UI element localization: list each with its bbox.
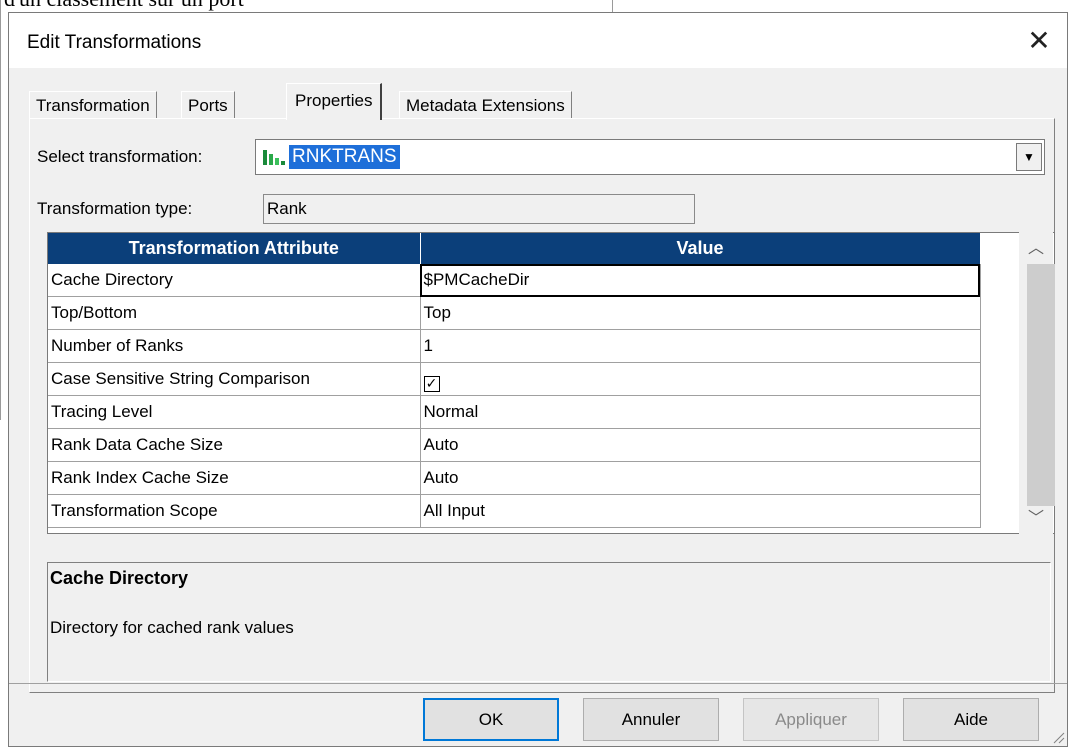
background-document-text: d'un classement sur un port: [4, 0, 244, 12]
attribute-cell: Transformation Scope: [48, 494, 421, 528]
properties-grid: Transformation Attribute Value Cache Dir…: [47, 232, 1055, 534]
edit-transformations-dialog: Edit Transformations ✕ Transformation Po…: [8, 12, 1068, 747]
transformation-type-label: Transformation type:: [37, 199, 193, 218]
tab-properties[interactable]: Properties: [286, 83, 383, 120]
select-transformation-label: Select transformation:: [37, 147, 203, 166]
value-cell: ✓: [420, 362, 981, 396]
dialog-titlebar[interactable]: Edit Transformations ✕: [9, 13, 1067, 68]
attribute-cell: Number of Ranks: [48, 329, 421, 363]
tab-transformation[interactable]: Transformation: [29, 91, 157, 119]
ok-button[interactable]: OK: [423, 698, 559, 741]
value-cell[interactable]: Top: [420, 296, 981, 330]
attribute-cell: Case Sensitive String Comparison: [48, 362, 421, 396]
attribute-cell: Cache Directory: [48, 264, 421, 297]
attribute-cell: Tracing Level: [48, 395, 421, 429]
dialog-title: Edit Transformations: [27, 32, 202, 53]
value-cell[interactable]: $PMCacheDir: [420, 264, 981, 297]
background-divider: [612, 0, 613, 12]
help-button[interactable]: Aide: [903, 698, 1039, 741]
value-cell[interactable]: Normal: [420, 395, 981, 429]
attribute-cell: Rank Index Cache Size: [48, 461, 421, 495]
chevron-up-icon[interactable]: ︿: [1019, 232, 1053, 264]
description-title: Cache Directory: [50, 568, 189, 588]
attribute-cell: Top/Bottom: [48, 296, 421, 330]
rank-transformation-icon: [263, 150, 285, 165]
cancel-button[interactable]: Annuler: [583, 698, 719, 741]
background-divider: [0, 0, 1, 420]
resize-grip-icon[interactable]: [1051, 730, 1065, 744]
tab-ports[interactable]: Ports: [181, 91, 235, 119]
tab-metadata-extensions[interactable]: Metadata Extensions: [399, 91, 572, 119]
chevron-down-icon[interactable]: ﹀: [1019, 502, 1053, 534]
apply-button[interactable]: Appliquer: [743, 698, 879, 741]
table-row[interactable]: Case Sensitive String Comparison ✓: [48, 362, 981, 396]
select-transformation-combo[interactable]: RNKTRANS ▼: [255, 139, 1045, 175]
table-row[interactable]: Tracing Level Normal: [48, 395, 981, 429]
table-row[interactable]: Number of Ranks 1: [48, 329, 981, 363]
column-header-value[interactable]: Value: [420, 233, 981, 264]
table-row[interactable]: Rank Data Cache Size Auto: [48, 428, 981, 462]
close-icon[interactable]: ✕: [1023, 25, 1055, 57]
properties-scrollbar[interactable]: ︿ ﹀: [1019, 232, 1055, 534]
table-row[interactable]: Cache Directory $PMCacheDir: [48, 264, 981, 297]
value-cell[interactable]: 1: [420, 329, 981, 363]
properties-table: Transformation Attribute Value Cache Dir…: [48, 233, 981, 528]
value-cell[interactable]: Auto: [420, 428, 981, 462]
attribute-cell: Rank Data Cache Size: [48, 428, 421, 462]
footer-separator: [9, 683, 1067, 684]
attribute-description-box: Cache Directory Directory for cached ran…: [47, 562, 1051, 682]
selected-transformation-value: RNKTRANS: [289, 145, 400, 169]
scrollbar-thumb[interactable]: [1027, 264, 1055, 506]
dropdown-arrow-icon[interactable]: ▼: [1016, 143, 1042, 171]
value-cell[interactable]: Auto: [420, 461, 981, 495]
value-cell[interactable]: All Input: [420, 494, 981, 528]
column-header-attribute[interactable]: Transformation Attribute: [48, 233, 421, 264]
table-row[interactable]: Top/Bottom Top: [48, 296, 981, 330]
transformation-type-field: Rank: [263, 194, 695, 224]
case-sensitive-checkbox[interactable]: ✓: [423, 376, 440, 392]
description-text: Directory for cached rank values: [50, 618, 294, 637]
table-row[interactable]: Rank Index Cache Size Auto: [48, 461, 981, 495]
table-row[interactable]: Transformation Scope All Input: [48, 494, 981, 528]
